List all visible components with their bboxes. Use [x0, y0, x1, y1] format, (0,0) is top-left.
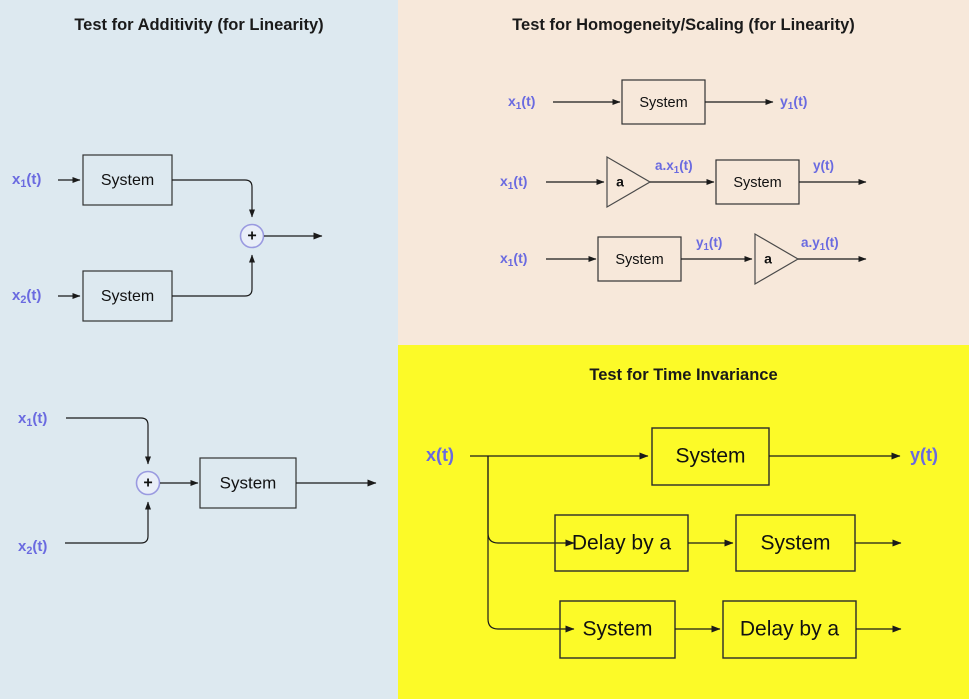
panel-additivity: Test for Additivity (for Linearity) x1(t… [0, 0, 398, 345]
homogeneity-row3-input-label: x1(t) [500, 250, 527, 269]
additivity-wire-branch-1 [172, 179, 255, 218]
diagram-page: Test for Additivity (for Linearity) x1(t… [0, 0, 969, 699]
additivity-system-box-1-label: System [101, 172, 154, 189]
time-invariance-row3-delay-box-label: Delay by a [740, 618, 840, 641]
superposition-diagram: x1(t) x2(t) + System [65, 417, 377, 544]
homogeneity-row3-amplifier-label: a [764, 251, 772, 267]
homogeneity-diagram: x1(t) System y1(t) x1(t) a a.x1(t) Syste… [500, 79, 867, 286]
additivity-input-2-tail: (t) [26, 287, 41, 304]
additivity-system-box-2-label: System [101, 288, 154, 305]
superposition-wire-in-1 [65, 417, 151, 465]
homogeneity-row3-amplifier [754, 232, 800, 286]
homogeneity-row2-amplifier [606, 155, 652, 209]
superposition-summing-junction-operator: + [143, 475, 152, 492]
panel-time-invariance: Test for Time Invariance x(t) System y(t… [398, 345, 969, 699]
additivity-diagram: x1(t) System x2(t) System + [12, 154, 323, 322]
additivity-wire-branch-2 [172, 254, 255, 297]
homogeneity-row1-output-label: y1(t) [780, 93, 807, 112]
homogeneity-row2-mid-label: a.x1(t) [655, 158, 693, 176]
homogeneity-row1-system-box-label: System [639, 95, 687, 111]
homogeneity-row1-input-label: x1(t) [508, 93, 535, 112]
homogeneity-row2-system-box-label: System [733, 175, 781, 191]
homogeneity-row2-amplifier-label: a [616, 174, 624, 190]
homogeneity-row2-output-label: y(t) [813, 158, 834, 173]
homogeneity-row3-system-box-label: System [615, 252, 663, 268]
time-invariance-output-label: y(t) [910, 445, 938, 465]
superposition-wire-in-2 [65, 501, 151, 544]
time-invariance-wire-branch-mid [487, 456, 575, 547]
time-invariance-row2-system-box-label: System [760, 532, 830, 555]
panel-superposition: x1(t) x2(t) + System x2(t) x1(t) [0, 345, 398, 699]
time-invariance-row1-system-box-label: System [675, 445, 745, 468]
time-invariance-row3-system-box-label: System [582, 618, 652, 641]
additivity-input-1-tail: (t) [26, 171, 41, 188]
time-invariance-input-label: x(t) [426, 445, 454, 465]
additivity-input-2-label: x2(t) [12, 287, 41, 306]
panel-homogeneity: Test for Homogeneity/Scaling (for Linear… [398, 0, 969, 345]
additivity-summing-junction-operator: + [247, 228, 256, 245]
homogeneity-row2-input-label: x1(t) [500, 173, 527, 192]
homogeneity-row3-output-label: a.y1(t) [801, 235, 839, 253]
time-invariance-diagram: x(t) System y(t) Delay by a System Syste… [426, 427, 938, 659]
homogeneity-row3-mid-label: y1(t) [696, 235, 722, 253]
time-invariance-row2-delay-box-label: Delay by a [572, 532, 672, 555]
additivity-input-1-label: x1(t) [12, 171, 41, 190]
superposition-system-box-label: System [220, 473, 277, 492]
